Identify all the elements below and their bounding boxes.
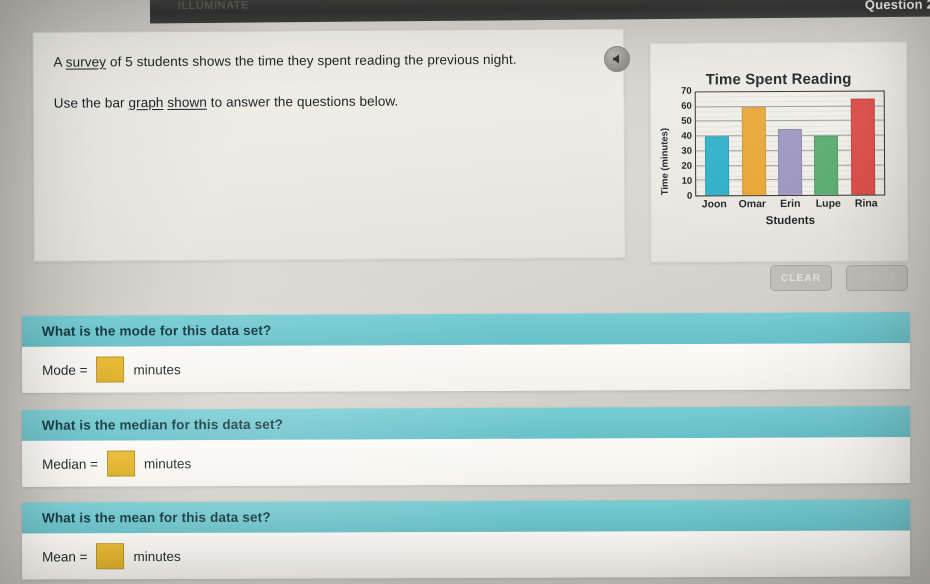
chart-y-tick-label: 20 [681,160,693,172]
audio-play-button[interactable] [604,46,630,72]
question-counter-label: Question 2 o [864,0,930,13]
chart-y-tick-label: 60 [681,100,692,112]
chart-y-tick-label: 0 [686,190,693,202]
answer-input-median[interactable] [106,450,136,477]
answer-unit-median: minutes [143,455,192,471]
chart-y-tick-label: 70 [681,85,692,97]
chart-bar [705,136,730,196]
answer-input-mode[interactable] [96,356,125,383]
chart-bar [814,135,839,195]
chart-plot-area: 0 10 20 30 40 50 60 70 [681,86,886,202]
chart-y-tick-label: 30 [681,145,693,157]
question-prompt-median: What is the median for this data set? [21,406,910,441]
check-button[interactable]: CHECK [845,264,909,292]
chart-bar [777,128,803,196]
chart-x-tick-label: Erin [780,197,801,210]
chart-x-tick-label: Joon [701,198,727,211]
app-header-ghost-title: ILLUMINATE [177,0,249,13]
chart-bar [850,98,875,195]
question-card-median: What is the median for this data set? Me… [21,406,911,487]
answer-label-median: Median = [42,456,99,472]
chart-x-axis-label: Students [765,214,815,228]
prompt-card: A survey of 5 students shows the time th… [32,28,626,262]
answer-label-mode: Mode = [42,362,88,378]
chart-y-tick-label: 50 [681,115,692,127]
question-prompt-mean: What is the mean for this data set? [21,499,910,534]
answer-unit-mode: minutes [133,361,181,377]
prompt-line-2: Use the bar graph shown to answer the qu… [54,94,399,111]
prompt-text-1a: A [53,54,66,70]
question-card-mode: What is the mode for this data set? Mode… [21,312,911,393]
chart-y-axis-label: Time (minutes) [659,127,671,196]
glossary-link-graph[interactable]: graph [128,95,163,110]
chart-x-tick-label: Rina [854,197,878,210]
question-card-mean: What is the mean for this data set? Mean… [21,499,911,580]
prompt-line-1: A survey of 5 students shows the time th… [53,52,516,70]
chart-x-tick-label: Lupe [815,197,841,210]
speaker-icon [613,54,619,64]
chart-y-tick-label: 10 [681,175,693,187]
prompt-text-2a: Use the bar [53,95,129,111]
chart-plot-frame [694,90,886,197]
glossary-link-survey[interactable]: survey [66,54,106,69]
chart-bars [696,91,885,196]
prompt-text-2b: to answer the questions below. [206,93,399,110]
chart-x-tick-label: Omar [738,198,767,211]
question-answer-row-mode: Mode = minutes [21,343,911,393]
answer-input-mean[interactable] [96,543,125,570]
chart-y-tick-label: 40 [681,130,692,142]
answer-unit-mean: minutes [133,548,181,564]
prompt-text-1b: of 5 students shows the time they spent … [106,51,517,70]
action-button-group: CLEAR CHECK [769,264,909,292]
chart-x-ticks: Joon Omar Erin Lupe Rina [695,197,885,210]
question-answer-row-median: Median = minutes [21,437,911,487]
chart-bar [741,106,766,196]
glossary-link-shown[interactable]: shown [167,95,207,110]
top-content-region: A survey of 5 students shows the time th… [0,18,930,263]
question-answer-row-mean: Mean = minutes [21,530,911,580]
bar-chart-card: Time Spent Reading Time (minutes) 0 10 20 3… [649,41,909,263]
question-prompt-mode: What is the mode for this data set? [21,312,910,347]
answer-label-mean: Mean = [42,548,88,564]
clear-button[interactable]: CLEAR [769,264,833,292]
